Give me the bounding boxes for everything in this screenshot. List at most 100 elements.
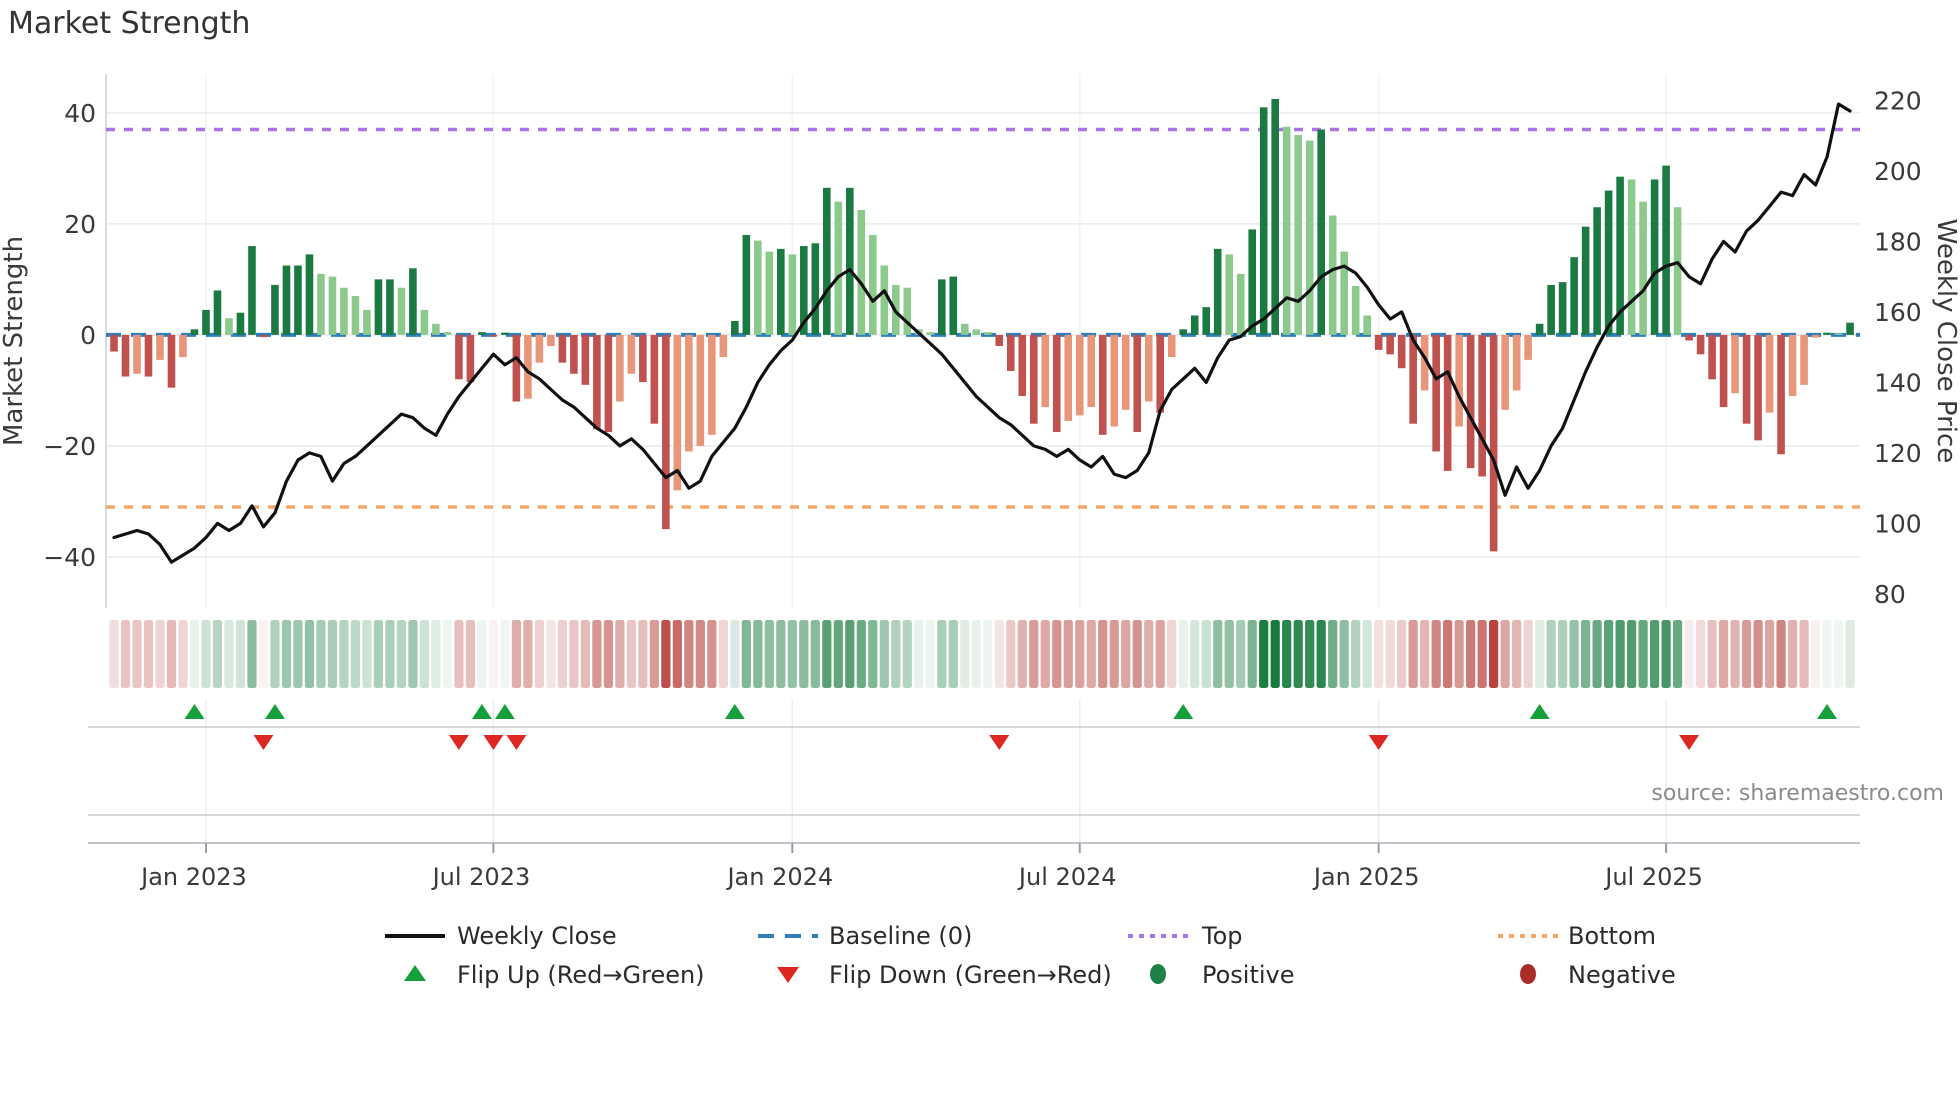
heatmap-cell (1764, 620, 1775, 688)
flip-down-marker (1679, 735, 1700, 750)
heatmap-cell (672, 620, 682, 688)
strength-bar (742, 234, 751, 335)
heatmap-cell (937, 620, 947, 688)
heatmap-cell (971, 620, 981, 688)
right-axis-title: Weekly Close Price (1931, 219, 1960, 464)
strength-bar (1811, 334, 1820, 338)
strength-bar (662, 334, 670, 530)
strength-bar (1535, 323, 1544, 335)
strength-bar (650, 334, 659, 424)
strength-bar (869, 234, 877, 335)
strength-bar (1363, 315, 1371, 335)
heatmap-cell (281, 620, 292, 688)
heatmap-cell (1397, 620, 1407, 688)
flip-down-marker (989, 735, 1010, 750)
heatmap-cell (1523, 620, 1533, 688)
heatmap-cell (1672, 620, 1683, 688)
heatmap-cell (235, 620, 246, 688)
heatmap-cell (1477, 620, 1487, 688)
strength-bar (225, 318, 233, 335)
right-axis-tick-label: 220 (1874, 86, 1922, 115)
strength-bar (1133, 334, 1142, 433)
strength-bar (1328, 215, 1337, 335)
strength-bar (788, 254, 797, 335)
strength-bar (1754, 334, 1762, 441)
heatmap-cell (1569, 620, 1579, 688)
strength-bar (1742, 334, 1751, 424)
heatmap-cell (1707, 620, 1717, 688)
heatmap-cell (684, 620, 694, 688)
heatmap-cell (1259, 620, 1269, 688)
strength-bar (179, 334, 187, 358)
heatmap-cell (833, 620, 843, 688)
strength-bar (1087, 334, 1096, 408)
strength-bar (535, 334, 544, 363)
strength-bar (1512, 334, 1521, 391)
heatmap-cell (868, 620, 878, 688)
flip-up-marker (1173, 704, 1194, 719)
heatmap-cell (1316, 620, 1326, 688)
strength-bar (983, 332, 992, 335)
strength-bar (397, 287, 406, 335)
heatmap-cell (661, 620, 671, 688)
strength-bar (363, 309, 371, 335)
strength-bar (1719, 334, 1728, 408)
legend-label: Flip Down (Green→Red) (829, 961, 1112, 989)
strength-bar (236, 312, 245, 335)
heatmap-cell (1109, 620, 1119, 688)
strength-bar (777, 248, 785, 335)
heatmap-cell (212, 620, 223, 688)
strength-bar (616, 334, 624, 402)
strength-bar (1282, 126, 1291, 335)
heatmap-cell (1305, 620, 1315, 688)
strength-bar (593, 334, 601, 430)
source-credit: source: sharemaestro.com (1651, 781, 1944, 806)
strength-bar (1443, 334, 1452, 471)
heatmap-cell (1638, 620, 1648, 688)
heatmap-cell (1753, 620, 1763, 688)
heatmap-cell (1799, 620, 1809, 688)
strength-bar (673, 334, 682, 491)
heatmap-cell (1615, 620, 1625, 688)
strength-bar (443, 332, 452, 335)
strength-bar (995, 334, 1004, 346)
heatmap-cell (1822, 620, 1832, 688)
heatmap-cell (373, 620, 384, 688)
strength-bar (834, 201, 843, 335)
heatmap-cell (787, 620, 797, 688)
heatmap-cell (1075, 620, 1085, 688)
heatmap-cell (1270, 620, 1280, 688)
strength-bar (1489, 334, 1498, 552)
right-axis-tick-label: 160 (1874, 298, 1922, 327)
heatmap-cell (1776, 620, 1786, 688)
heatmap-cell (557, 620, 567, 688)
right-axis-tick-label: 80 (1874, 580, 1906, 609)
heatmap-cell (1466, 620, 1476, 688)
strength-bar (213, 290, 222, 335)
strength-bar (328, 276, 337, 335)
strength-bar (1305, 140, 1314, 335)
strength-bar (1650, 179, 1659, 335)
heatmap-cell (454, 620, 464, 688)
strength-bar (547, 334, 555, 346)
heatmap-cell (695, 620, 705, 688)
strength-bar (466, 334, 475, 383)
right-axis-tick-label: 140 (1874, 368, 1922, 397)
strength-bar (903, 287, 912, 335)
x-axis-tick-label: Jul 2025 (1603, 863, 1703, 891)
heatmap-cell (1282, 620, 1292, 688)
strength-bar (1777, 334, 1785, 455)
strength-bar (1029, 334, 1038, 424)
heatmap-cell (569, 620, 579, 688)
strength-bar (1006, 334, 1015, 371)
heatmap-cell (1201, 620, 1211, 688)
heatmap-cell (488, 620, 499, 688)
strength-bar (1213, 248, 1222, 335)
strength-bar (1708, 334, 1716, 380)
strength-bar (1466, 334, 1475, 469)
heatmap-cell (1190, 620, 1200, 688)
strength-bar (1432, 334, 1440, 452)
strength-bar (133, 334, 141, 374)
heatmap-cell (1592, 620, 1602, 688)
flip-up-marker (184, 704, 205, 719)
